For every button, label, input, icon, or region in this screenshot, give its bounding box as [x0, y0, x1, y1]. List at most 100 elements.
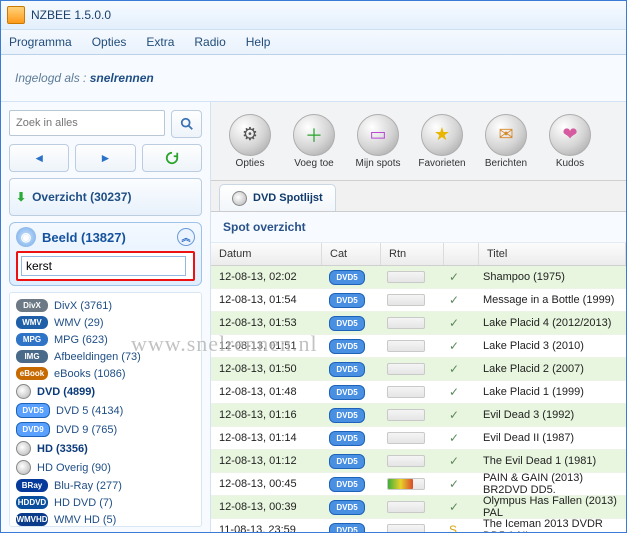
table-row[interactable]: 12-08-13, 01:14DVD5✓Evil Dead II (1987) — [211, 427, 626, 450]
col-titel[interactable]: Titel — [479, 243, 626, 265]
check-icon: ✓ — [441, 362, 475, 376]
tool-opties[interactable]: ⚙Opties — [221, 114, 279, 169]
col-cat[interactable]: Cat — [322, 243, 381, 265]
disc-icon — [16, 441, 31, 456]
table-row[interactable]: 12-08-13, 00:45DVD5✓PAIN & GAIN (2013) B… — [211, 473, 626, 496]
voeg-toe-icon: ＋ — [293, 114, 335, 156]
tool-label: Kudos — [556, 158, 584, 169]
beeld-label: Beeld (13827) — [42, 230, 126, 245]
menu-programma[interactable]: Programma — [9, 35, 72, 49]
check-icon: ✓ — [441, 454, 475, 468]
main-area: ⚙Opties＋Voeg toe▭Mijn spots ★ Favorieten ✉B… — [211, 102, 626, 533]
tree-item-8[interactable]: HD (3356) — [12, 439, 199, 458]
cell-title: Lake Placid 3 (2010) — [475, 340, 626, 352]
table-row[interactable]: 12-08-13, 01:53DVD5✓Lake Placid 4 (2012/… — [211, 312, 626, 335]
app-icon — [7, 6, 25, 24]
search-input[interactable] — [9, 110, 165, 136]
table-row[interactable]: 12-08-13, 01:50DVD5✓Lake Placid 2 (2007) — [211, 358, 626, 381]
nav-back-button[interactable]: ◄ — [9, 144, 69, 172]
tree-item-11[interactable]: HDDVDHD DVD (7) — [12, 494, 199, 511]
tool-berichten[interactable]: ✉Berichten — [477, 114, 535, 169]
beeld-header[interactable]: ◉ Beeld (13827) ︽ — [16, 227, 195, 247]
tree-item-1[interactable]: WMVWMV (29) — [12, 314, 199, 331]
tree-item-12[interactable]: WMVHDWMV HD (5) — [12, 511, 199, 527]
toolbar: ⚙Opties＋Voeg toe▭Mijn spots ★ Favorieten ✉B… — [211, 102, 626, 181]
tree-item-5[interactable]: DVD (4899) — [12, 382, 199, 401]
tree-item-0[interactable]: DivXDivX (3761) — [12, 297, 199, 314]
collapse-icon[interactable]: ︽ — [177, 228, 195, 246]
tree-item-3[interactable]: IMGAfbeeldingen (73) — [12, 348, 199, 365]
tabstrip: DVD Spotlijst — [211, 181, 626, 212]
cell-rtn — [379, 271, 441, 283]
format-badge: DivX — [16, 299, 48, 312]
menu-extra[interactable]: Extra — [146, 35, 174, 49]
beeld-search-input[interactable] — [21, 256, 186, 276]
tool-kudos[interactable]: ❤Kudos — [541, 114, 599, 169]
tab-dvd-spotlijst[interactable]: DVD Spotlijst — [219, 184, 336, 211]
overview-panel[interactable]: ⬇ Overzicht (30237) — [9, 178, 202, 216]
table-row[interactable]: 12-08-13, 01:12DVD5✓The Evil Dead 1 (198… — [211, 450, 626, 473]
tree-item-label: Blu-Ray (277) — [54, 480, 122, 492]
search-button[interactable] — [171, 110, 202, 138]
format-badge: MPG — [16, 333, 48, 346]
tool-voeg-toe[interactable]: ＋Voeg toe — [285, 114, 343, 169]
col-rtn[interactable]: Rtn — [381, 243, 444, 265]
table-row[interactable]: 12-08-13, 01:48DVD5✓Lake Placid 1 (1999) — [211, 381, 626, 404]
tool-favorieten[interactable]: ★ Favorieten — [413, 114, 471, 169]
tree-item-9[interactable]: HD Overig (90) — [12, 458, 199, 477]
favorieten-icon: ★ — [421, 114, 463, 156]
retention-bar — [387, 317, 425, 329]
tree-item-6[interactable]: DVD5DVD 5 (4134) — [12, 401, 199, 420]
col-check[interactable] — [444, 243, 479, 265]
download-icon: ⬇ — [16, 190, 26, 204]
cell-cat: DVD5 — [321, 339, 379, 354]
retention-bar — [387, 524, 425, 533]
tree-item-label: HD Overig (90) — [37, 462, 111, 474]
beeld-icon: ◉ — [16, 227, 36, 247]
tree-item-7[interactable]: DVD9DVD 9 (765) — [12, 420, 199, 439]
cat-badge: DVD5 — [329, 339, 365, 354]
cell-rtn — [379, 386, 441, 398]
retention-bar — [387, 294, 425, 306]
check-icon: ✓ — [441, 431, 475, 445]
menu-opties[interactable]: Opties — [92, 35, 127, 49]
cat-badge: DVD5 — [329, 293, 365, 308]
table-row[interactable]: 12-08-13, 01:16DVD5✓Evil Dead 3 (1992) — [211, 404, 626, 427]
table-row[interactable]: 12-08-13, 01:54DVD5✓Message in a Bottle … — [211, 289, 626, 312]
tree-item-label: WMV HD (5) — [54, 514, 116, 526]
cell-date: 12-08-13, 01:51 — [211, 340, 321, 352]
tool-mijn-spots[interactable]: ▭Mijn spots — [349, 114, 407, 169]
cell-rtn — [379, 524, 441, 533]
cell-date: 12-08-13, 01:14 — [211, 432, 321, 444]
cell-date: 11-08-13, 23:59 — [211, 524, 321, 533]
table-row[interactable]: 12-08-13, 01:51DVD5✓Lake Placid 3 (2010) — [211, 335, 626, 358]
tree-item-4[interactable]: eBookeBooks (1086) — [12, 365, 199, 382]
cell-cat: DVD5 — [321, 477, 379, 492]
refresh-button[interactable] — [142, 144, 202, 172]
format-badge: eBook — [16, 367, 48, 380]
tree-item-10[interactable]: BRayBlu-Ray (277) — [12, 477, 199, 494]
col-datum[interactable]: Datum — [211, 243, 322, 265]
nav-forward-button[interactable]: ► — [75, 144, 135, 172]
cell-title: Evil Dead 3 (1992) — [475, 409, 626, 421]
cell-title: PAIN & GAIN (2013) BR2DVD DD5. — [475, 472, 626, 496]
cell-title: Shampoo (1975) — [475, 271, 626, 283]
menu-radio[interactable]: Radio — [194, 35, 225, 49]
table-row[interactable]: 11-08-13, 23:59DVD5SThe Iceman 2013 DVDR… — [211, 519, 626, 533]
grid-header: Datum Cat Rtn Titel — [211, 243, 626, 266]
format-badge: DVD5 — [16, 403, 50, 418]
menu-help[interactable]: Help — [246, 35, 271, 49]
table-row[interactable]: 12-08-13, 02:02DVD5✓Shampoo (1975) — [211, 266, 626, 289]
tool-label: Favorieten — [418, 158, 465, 169]
cell-date: 12-08-13, 01:48 — [211, 386, 321, 398]
check-icon: ✓ — [441, 477, 475, 491]
cell-cat: DVD5 — [321, 408, 379, 423]
cat-badge: DVD5 — [329, 316, 365, 331]
tree-item-2[interactable]: MPGMPG (623) — [12, 331, 199, 348]
content: ◄ ► ⬇ Overzicht (30237) ◉ Beeld (13827) … — [1, 102, 626, 533]
cell-title: Lake Placid 1 (1999) — [475, 386, 626, 398]
login-prefix: Ingelogd als : — [15, 71, 86, 85]
table-row[interactable]: 12-08-13, 00:39DVD5✓Olympus Has Fallen (… — [211, 496, 626, 519]
cell-title: Lake Placid 2 (2007) — [475, 363, 626, 375]
format-badge: DVD9 — [16, 422, 50, 437]
